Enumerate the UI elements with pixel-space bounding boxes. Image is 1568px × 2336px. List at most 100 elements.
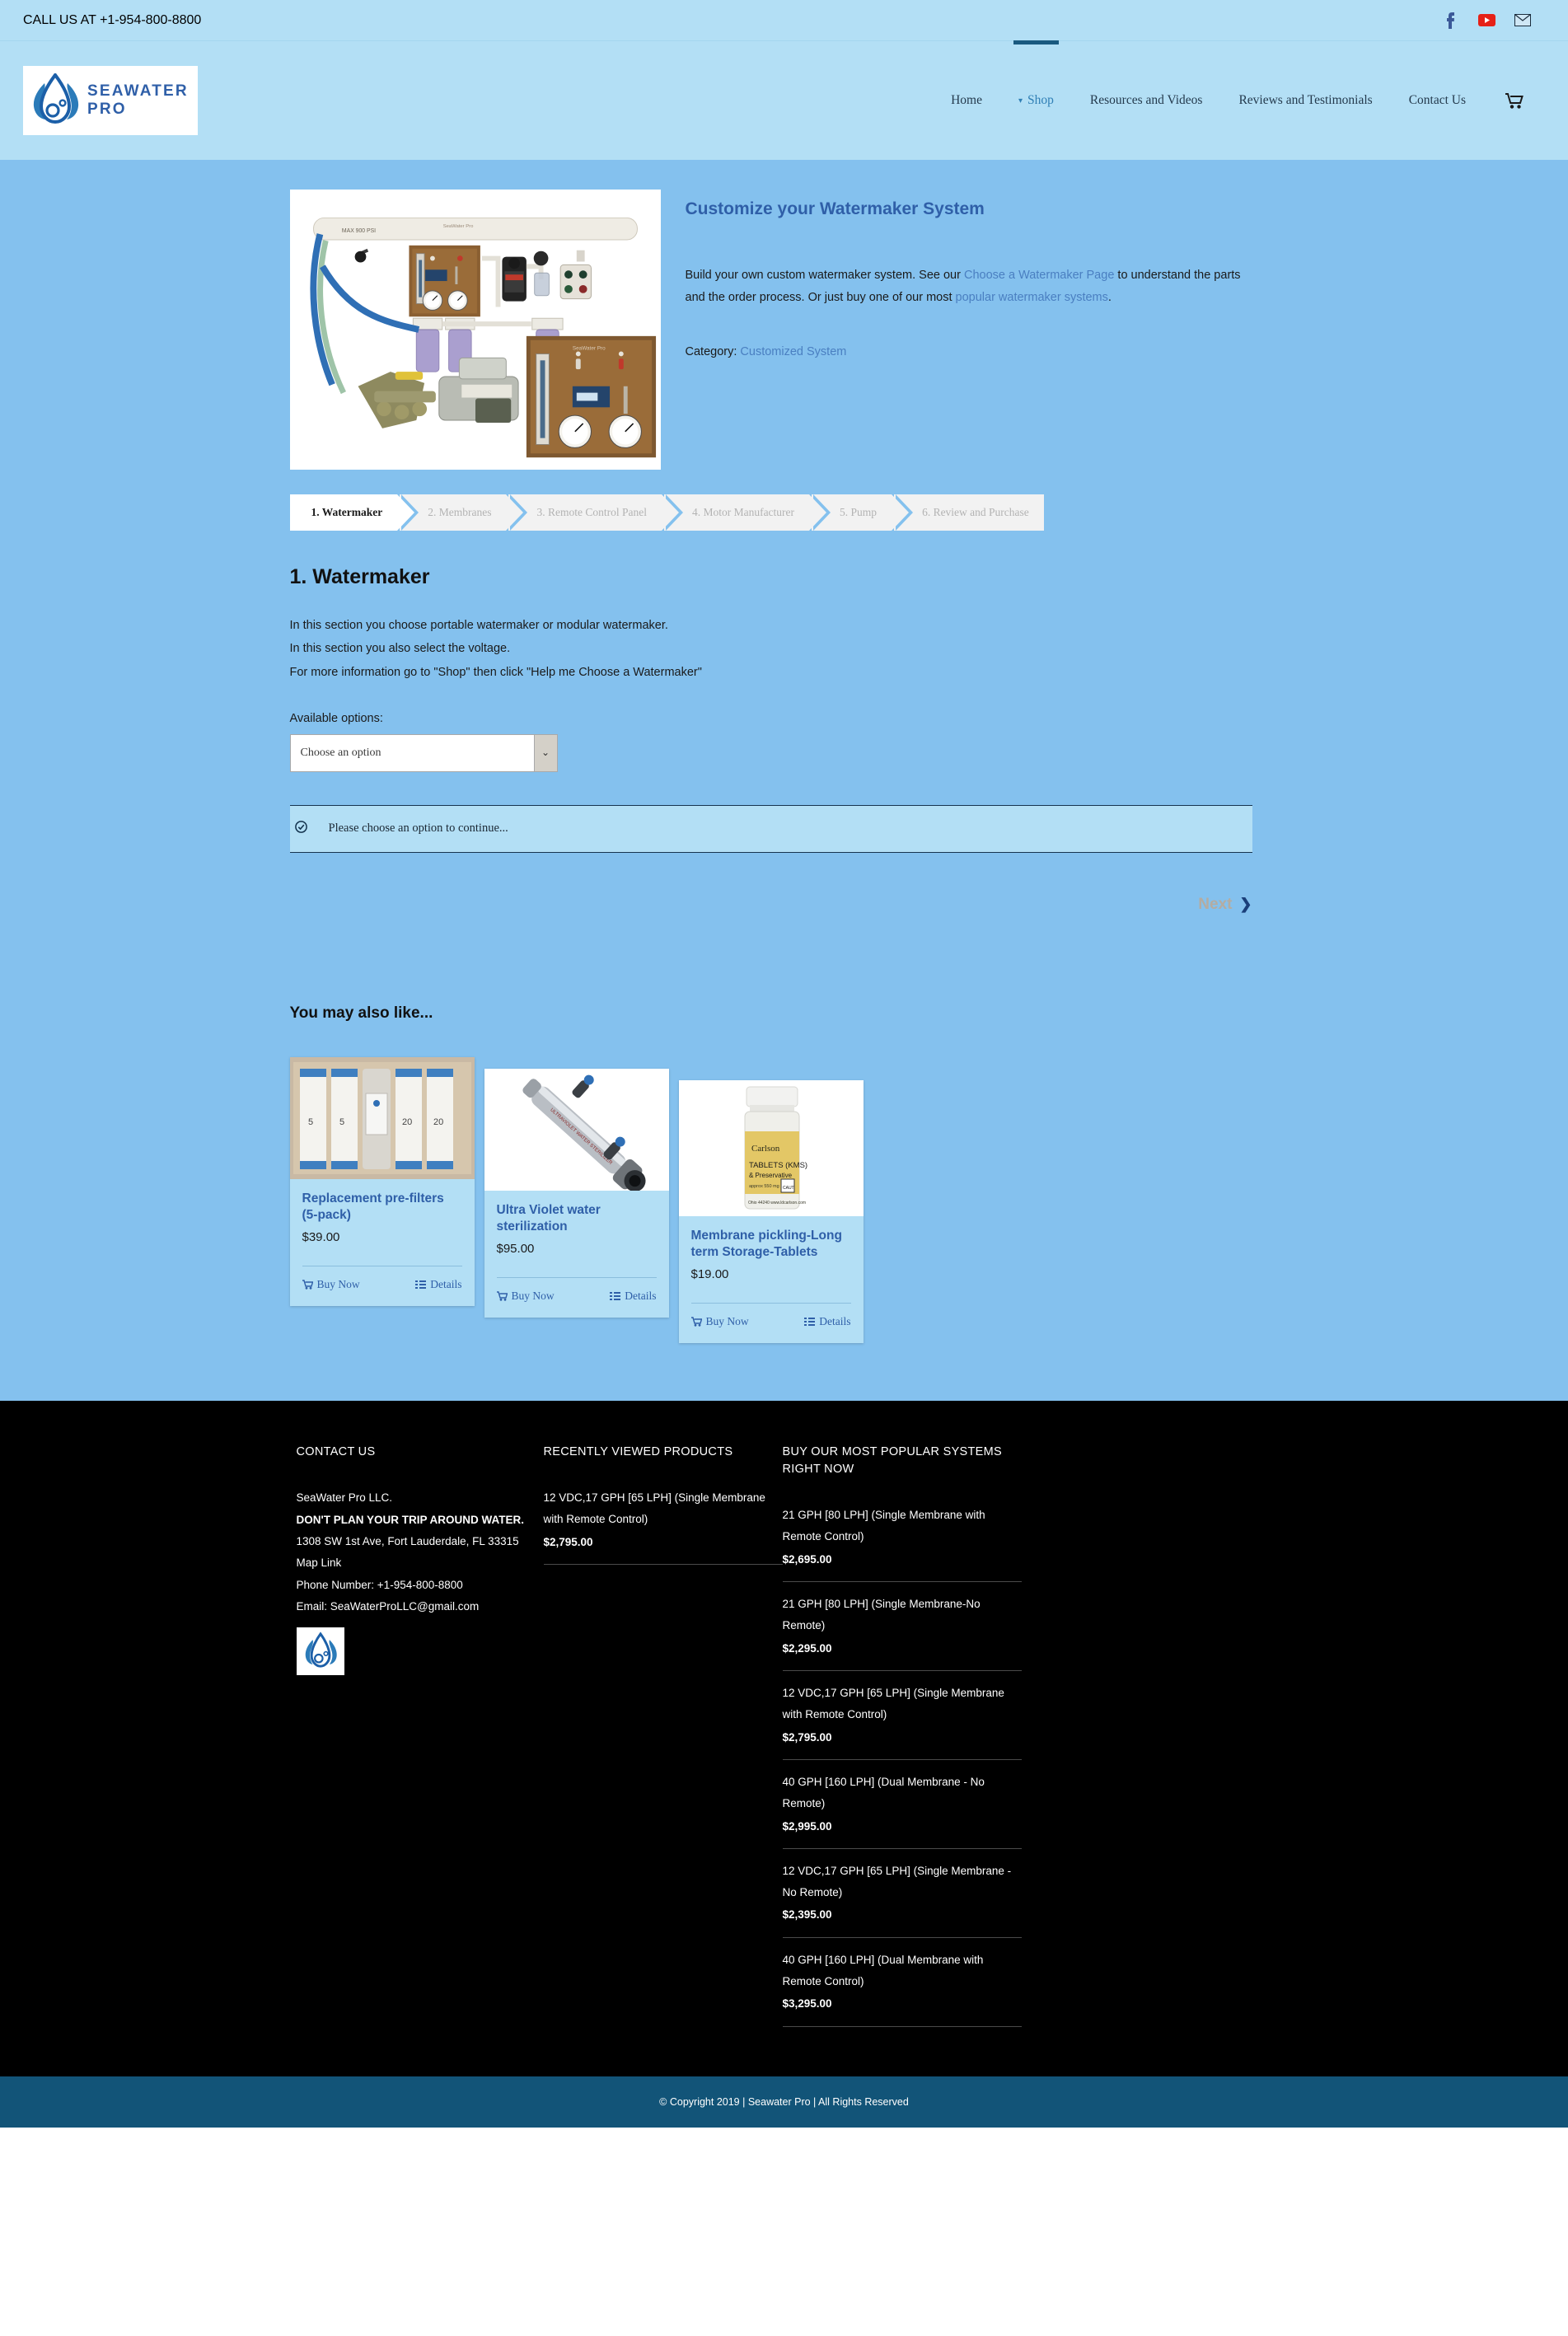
- footer-recently-viewed-heading: RECENTLY VIEWED PRODUCTS: [543, 1445, 733, 1459]
- product-card-price: $95.00: [496, 1242, 535, 1257]
- step-label: 2. Membranes: [428, 506, 492, 518]
- svg-text:5: 5: [308, 1117, 313, 1127]
- step-6-review-and-purchase[interactable]: 6. Review and Purchase: [894, 494, 1044, 531]
- product-card-image[interactable]: Carlson TABLETS (KMS) & Preservative app…: [678, 1079, 864, 1216]
- step-4-motor-manufacturer[interactable]: 4. Motor Manufacturer: [663, 494, 831, 531]
- details-button[interactable]: Details: [610, 1290, 657, 1303]
- next-button[interactable]: Next ❯: [1198, 896, 1252, 914]
- notice-text: Please choose an option to continue...: [328, 822, 508, 836]
- list-item[interactable]: 12 VDC,17 GPH [65 LPH] (Single Membrane …: [782, 1848, 1022, 1937]
- choose-watermaker-link[interactable]: Choose a Watermaker Page: [964, 269, 1114, 282]
- product-price: $2,295.00: [782, 1641, 832, 1655]
- footer-contact-column: CONTACT US SeaWater Pro LLC. DON'T PLAN …: [296, 1444, 544, 2027]
- cart-icon: [690, 1317, 702, 1327]
- instruction-line: For more information go to "Shop" then c…: [289, 665, 702, 679]
- footer-address: 1308 SW 1st Ave, Fort Lauderdale, FL 333…: [296, 1535, 519, 1548]
- cart-icon: [496, 1291, 508, 1302]
- category-link[interactable]: Customized System: [740, 345, 846, 358]
- footer-logo[interactable]: [296, 1627, 344, 1676]
- buy-now-label: Buy Now: [316, 1278, 360, 1291]
- product-card-title[interactable]: Ultra Violet water sterilization: [497, 1202, 657, 1235]
- list-item[interactable]: 40 GPH [160 LPH] (Dual Membrane with Rem…: [782, 1937, 1022, 2028]
- copyright-bar: © Copyright 2019 | Seawater Pro | All Ri…: [0, 2076, 1568, 2128]
- buy-now-label: Buy Now: [511, 1290, 555, 1303]
- logo-wordmark: SEAWATER PRO: [87, 82, 189, 118]
- product-card-price: $39.00: [302, 1230, 340, 1245]
- list-item[interactable]: 21 GPH [80 LPH] (Single Membrane with Re…: [783, 1505, 1022, 1581]
- nav-label: Reviews and Testimonials: [1238, 93, 1373, 107]
- footer-phone: Phone Number: +1-954-800-8800: [296, 1578, 463, 1591]
- footer-popular-heading: BUY OUR MOST POPULAR SYSTEMS RIGHT NOW: [782, 1445, 1003, 1477]
- check-circle-icon: [294, 820, 307, 837]
- footer-contact-heading: CONTACT US: [296, 1445, 376, 1459]
- product-price: $2,995.00: [782, 1819, 832, 1833]
- product-name: 40 GPH [160 LPH] (Dual Membrane - No Rem…: [782, 1776, 985, 1809]
- footer-map-link[interactable]: Map Link: [297, 1552, 544, 1574]
- watermaker-option-select[interactable]: Choose an option ⌄: [289, 733, 558, 772]
- list-item[interactable]: 21 GPH [80 LPH] (Single Membrane-No Remo…: [782, 1581, 1022, 1670]
- buy-now-button[interactable]: Buy Now: [496, 1290, 555, 1303]
- prefilters-photo-icon: 5 5 20 20: [289, 1056, 475, 1179]
- nav-item-resources[interactable]: Resources and Videos: [1072, 41, 1221, 160]
- cart-button[interactable]: [1484, 92, 1538, 109]
- product-card[interactable]: 5 5 20 20 Replacement pre-filters (5-pac…: [289, 1056, 475, 1307]
- buy-now-button[interactable]: Buy Now: [690, 1315, 749, 1328]
- product-card-image[interactable]: 5 5 20 20: [289, 1056, 475, 1179]
- nav-label: Shop: [1027, 93, 1054, 107]
- product-card-price: $19.00: [690, 1267, 729, 1282]
- product-card-image[interactable]: ULTRAVIOLET WATER STERILIZER: [484, 1068, 669, 1191]
- nav-label: Home: [951, 93, 982, 107]
- product-name: 21 GPH [80 LPH] (Single Membrane-No Remo…: [782, 1598, 981, 1632]
- step-label: 4. Motor Manufacturer: [691, 506, 795, 518]
- nav-item-shop[interactable]: ▾ Shop: [1000, 40, 1072, 160]
- product-image[interactable]: MAX 900 PSI SeaWater Pro SeaWater Pro: [289, 190, 661, 470]
- step-label: 1. Watermaker: [311, 506, 383, 518]
- popular-systems-link[interactable]: popular watermaker systems: [956, 291, 1108, 304]
- facebook-icon[interactable]: [1441, 12, 1459, 30]
- select-value: Choose an option: [300, 746, 381, 759]
- product-card-title[interactable]: Membrane pickling-Long term Storage-Tabl…: [691, 1228, 851, 1261]
- list-item[interactable]: 12 VDC,17 GPH [65 LPH] (Single Membrane …: [782, 1670, 1022, 1759]
- product-price: $2,695.00: [782, 1552, 832, 1566]
- svg-text:SeaWater Pro: SeaWater Pro: [572, 346, 605, 352]
- cart-icon: [302, 1280, 313, 1290]
- topbar-phone: CALL US AT +1-954-800-8800: [23, 12, 202, 27]
- product-card[interactable]: ULTRAVIOLET WATER STERILIZER Ultra Viole…: [484, 1068, 669, 1318]
- footer-company: SeaWater Pro LLC.: [296, 1491, 393, 1505]
- product-card[interactable]: Carlson TABLETS (KMS) & Preservative app…: [678, 1079, 864, 1344]
- product-name: 21 GPH [80 LPH] (Single Membrane with Re…: [782, 1509, 985, 1543]
- product-description: Build your own custom watermaker system.…: [686, 264, 1246, 309]
- svg-text:TABLETS (KMS): TABLETS (KMS): [749, 1161, 807, 1170]
- buy-now-button[interactable]: Buy Now: [302, 1278, 360, 1291]
- nav-label: Resources and Videos: [1089, 93, 1203, 107]
- svg-text:Ohio 44240 www.ldcarlson.com: Ohio 44240 www.ldcarlson.com: [748, 1201, 806, 1205]
- nav-item-contact[interactable]: Contact Us: [1391, 41, 1484, 160]
- available-options-label: Available options:: [289, 711, 383, 725]
- footer-popular-column: BUY OUR MOST POPULAR SYSTEMS RIGHT NOW 2…: [782, 1444, 1022, 2028]
- nav-item-home[interactable]: Home: [933, 41, 1000, 160]
- step-breadcrumb: 1. Watermaker 2. Membranes 3. Remote Con…: [289, 494, 1279, 531]
- notice-bar: Please choose an option to continue...: [289, 804, 1252, 853]
- step-3-remote-control-panel[interactable]: 3. Remote Control Panel: [508, 494, 684, 531]
- instruction-line: In this section you also select the volt…: [289, 642, 511, 656]
- copyright-text: © Copyright 2019 | Seawater Pro | All Ri…: [659, 2096, 909, 2109]
- youtube-icon[interactable]: [1477, 12, 1495, 30]
- uv-sterilizer-photo-icon: ULTRAVIOLET WATER STERILIZER: [484, 1068, 669, 1191]
- buy-now-label: Buy Now: [705, 1315, 749, 1328]
- site-logo[interactable]: SEAWATER PRO: [23, 66, 198, 135]
- list-item[interactable]: 40 GPH [160 LPH] (Dual Membrane - No Rem…: [782, 1759, 1022, 1848]
- email-icon[interactable]: [1514, 12, 1532, 30]
- chevron-down-icon[interactable]: ⌄: [533, 734, 557, 771]
- footer-slogan: DON'T PLAN YOUR TRIP AROUND WATER.: [296, 1513, 524, 1526]
- footer-email[interactable]: Email: SeaWaterProLLC@gmail.com: [297, 1596, 544, 1617]
- details-label: Details: [430, 1278, 462, 1291]
- step-1-watermaker[interactable]: 1. Watermaker: [289, 494, 419, 531]
- details-button[interactable]: Details: [415, 1278, 462, 1291]
- details-button[interactable]: Details: [804, 1315, 851, 1328]
- product-price: $3,295.00: [782, 1997, 832, 2011]
- main-nav: Home ▾ Shop Resources and Videos Reviews…: [933, 40, 1545, 160]
- product-card-title[interactable]: Replacement pre-filters (5-pack): [302, 1191, 462, 1224]
- water-drop-logo-icon: [305, 1631, 337, 1668]
- nav-item-reviews[interactable]: Reviews and Testimonials: [1220, 41, 1390, 160]
- list-item[interactable]: 12 VDC,17 GPH [65 LPH] (Single Membrane …: [543, 1487, 783, 1566]
